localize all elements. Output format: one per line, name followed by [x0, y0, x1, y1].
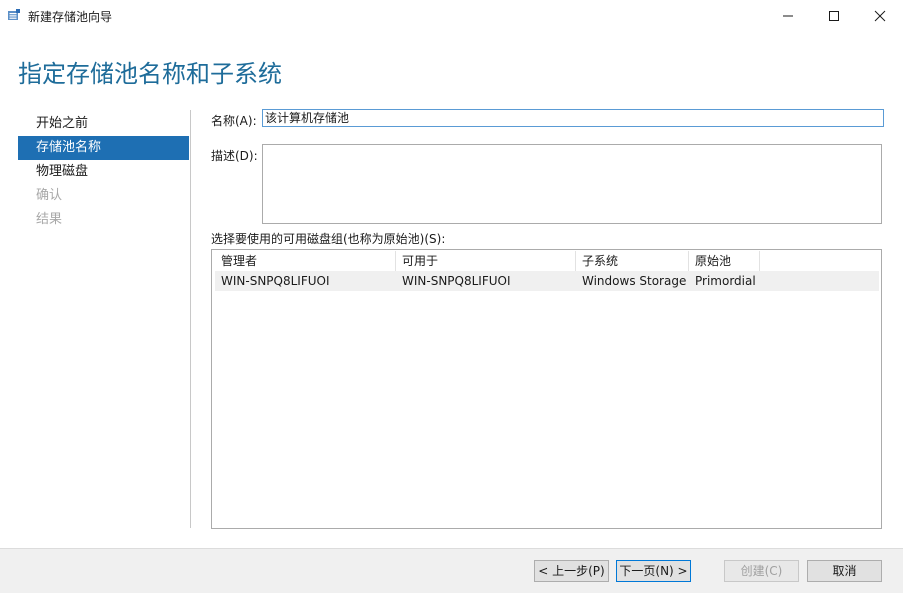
- nav-item-pool-name[interactable]: 存储池名称: [18, 136, 189, 160]
- cell-primordial-pool: Primordial: [695, 274, 756, 288]
- column-header-managed-by[interactable]: 管理者: [215, 251, 396, 271]
- description-textarea[interactable]: [262, 144, 882, 224]
- maximize-button[interactable]: [811, 0, 857, 31]
- table-row[interactable]: WIN-SNPQ8LIFUOI WIN-SNPQ8LIFUOI Windows …: [215, 271, 879, 291]
- column-header-subsystem[interactable]: 子系统: [576, 251, 689, 271]
- minimize-icon: [783, 15, 793, 17]
- title-bar[interactable]: 新建存储池向导: [0, 0, 903, 31]
- name-label: 名称(A):: [211, 114, 257, 128]
- nav-item-physical-disks[interactable]: 物理磁盘: [18, 160, 189, 184]
- close-icon: [874, 10, 886, 22]
- disk-group-list[interactable]: 管理者 可用于 子系统 原始池 WIN-SNPQ8LIFUOI WIN-SNPQ…: [211, 249, 882, 529]
- column-header-available-to[interactable]: 可用于: [396, 251, 576, 271]
- maximize-icon: [829, 11, 839, 21]
- page-title: 指定存储池名称和子系统: [18, 60, 282, 88]
- cell-managed-by: WIN-SNPQ8LIFUOI: [221, 274, 330, 288]
- close-button[interactable]: [857, 0, 903, 31]
- create-button: 创建(C): [724, 560, 799, 582]
- next-button[interactable]: 下一页(N) >: [616, 560, 691, 582]
- table-header: 管理者 可用于 子系统 原始池: [215, 251, 878, 271]
- nav-divider: [190, 110, 191, 528]
- nav-item-confirmation: 确认: [36, 188, 63, 203]
- minimize-button[interactable]: [765, 0, 811, 31]
- wizard-footer: < 上一步(P) 下一页(N) > 创建(C) 取消: [0, 548, 903, 593]
- cancel-button[interactable]: 取消: [807, 560, 882, 582]
- disk-group-label: 选择要使用的可用磁盘组(也称为原始池)(S):: [211, 232, 446, 246]
- column-header-primordial-pool[interactable]: 原始池: [689, 251, 760, 271]
- window-title: 新建存储池向导: [28, 10, 113, 24]
- previous-button[interactable]: < 上一步(P): [534, 560, 609, 582]
- name-input[interactable]: 该计算机存储池: [262, 109, 884, 127]
- cell-subsystem: Windows Storage: [582, 274, 687, 288]
- storage-pool-wizard-icon: [7, 8, 21, 22]
- wizard-steps-nav: 开始之前 存储池名称 物理磁盘 确认 结果: [18, 112, 189, 232]
- cell-available-to: WIN-SNPQ8LIFUOI: [402, 274, 511, 288]
- nav-item-results: 结果: [36, 212, 63, 227]
- nav-item-before-you-begin[interactable]: 开始之前: [18, 112, 189, 136]
- description-label: 描述(D):: [211, 149, 258, 163]
